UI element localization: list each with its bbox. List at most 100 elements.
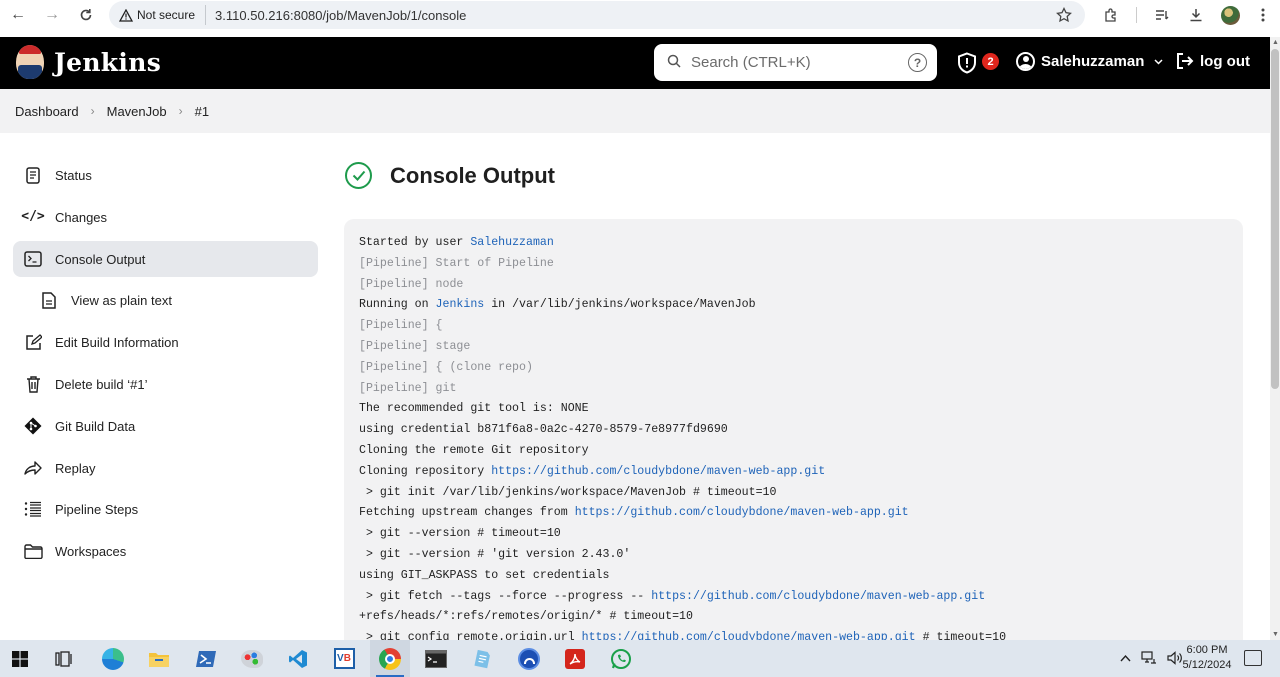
logout-button[interactable]: log out (1175, 52, 1250, 70)
whatsapp-icon[interactable] (601, 640, 641, 677)
terminal-icon (23, 250, 43, 268)
security-count-badge[interactable]: 2 (982, 53, 999, 70)
console-line-text: > git init /var/lib/jenkins/workspace/Ma… (359, 485, 777, 499)
system-clock[interactable]: 6:00 PM 5/12/2024 (1180, 643, 1234, 673)
search-box[interactable]: ? (654, 44, 937, 81)
sidebar-item-view-plain-text[interactable]: View as plain text (13, 282, 318, 318)
page-title: Console Output (390, 162, 555, 188)
logout-label: log out (1200, 52, 1250, 70)
windows-start-icon[interactable] (0, 640, 40, 677)
console-line-text: [Pipeline] Start of Pipeline (359, 256, 554, 270)
vertical-scrollbar[interactable]: ▲ ▼ (1270, 37, 1280, 640)
breadcrumb-dashboard[interactable]: Dashboard (15, 104, 79, 119)
breadcrumb-build[interactable]: #1 (195, 104, 209, 119)
user-name[interactable]: Salehuzzaman (1041, 53, 1144, 70)
download-icon[interactable] (1185, 4, 1207, 26)
console-line: Fetching upstream changes from https://g… (359, 503, 1243, 524)
back-icon[interactable]: ← (7, 4, 29, 26)
system-tray (1120, 651, 1184, 668)
console-line-text: > git --version # 'git version 2.43.0' (359, 547, 631, 561)
scroll-down-icon[interactable]: ▼ (1272, 631, 1279, 638)
user-menu[interactable]: Salehuzzaman (1016, 52, 1163, 71)
console-line: > git --version # 'git version 2.43.0' (359, 545, 1243, 566)
notepad-app-icon[interactable] (462, 640, 502, 677)
user-icon (1016, 52, 1035, 71)
console-line-text: Cloning the remote Git repository (359, 443, 589, 457)
page-header: Console Output (345, 162, 555, 189)
vscode-icon[interactable] (278, 640, 318, 677)
chevron-down-icon[interactable] (1154, 56, 1163, 68)
security-label: Not secure (137, 8, 196, 22)
breadcrumb-mavenjob[interactable]: MavenJob (107, 104, 167, 119)
reload-icon[interactable] (75, 4, 97, 26)
browser-toolbar: ← → Not secure 3.110.50.216:8080/job/Mav… (0, 0, 1280, 30)
terminal-app-icon[interactable] (416, 640, 456, 677)
address-bar[interactable]: Not secure 3.110.50.216:8080/job/MavenJo… (109, 1, 1085, 29)
console-line-text: +refs/heads/*:refs/remotes/origin/* # ti… (359, 610, 693, 624)
console-link[interactable]: Jenkins (436, 298, 485, 311)
console-line-text: [Pipeline] node (359, 277, 464, 291)
security-indicator[interactable]: Not secure (119, 5, 207, 25)
security-shield-icon[interactable] (957, 52, 977, 74)
sidebar-item-console-output[interactable]: Console Output (13, 240, 318, 277)
network-icon[interactable] (1141, 651, 1157, 668)
console-link[interactable]: https://github.com/cloudybdone/maven-web… (575, 506, 909, 519)
sidebar-item-status[interactable]: Status (13, 157, 318, 193)
sidebar-item-label: Edit Build Information (55, 335, 179, 351)
console-link[interactable]: https://github.com/cloudybdone/maven-web… (651, 590, 985, 603)
git-icon (23, 417, 43, 435)
console-line-text: [Pipeline] git (359, 381, 457, 395)
bookmark-star-icon[interactable] (1053, 4, 1075, 26)
task-view-icon[interactable] (44, 640, 84, 677)
console-line: +refs/heads/*:refs/remotes/origin/* # ti… (359, 607, 1243, 628)
file-explorer-icon[interactable] (139, 640, 179, 677)
sidebar-item-edit-build-info[interactable]: Edit Build Information (13, 324, 318, 360)
more-menu-icon[interactable] (1252, 4, 1274, 26)
jenkins-logo[interactable]: Jenkins (16, 45, 161, 79)
edge-browser-icon[interactable] (93, 640, 133, 677)
sidebar-item-pipeline-steps[interactable]: Pipeline Steps (13, 491, 318, 527)
sidebar-item-workspaces[interactable]: Workspaces (13, 533, 318, 569)
bluetooth-app-icon[interactable] (509, 640, 549, 677)
chrome-icon[interactable] (370, 640, 410, 677)
sidebar-item-delete-build[interactable]: Delete build ‘#1’ (13, 366, 318, 402)
console-link[interactable]: Salehuzzaman (470, 236, 554, 249)
console-line: > git init /var/lib/jenkins/workspace/Ma… (359, 483, 1243, 504)
console-line-text: > git fetch --tags --force --progress -- (359, 589, 652, 603)
url-text[interactable]: 3.110.50.216:8080/job/MavenJob/1/console (215, 8, 466, 23)
paint-icon[interactable] (232, 640, 272, 677)
scrollbar-thumb[interactable] (1271, 49, 1279, 389)
reading-list-icon[interactable] (1151, 4, 1173, 26)
sidebar-item-replay[interactable]: Replay (13, 450, 318, 486)
sidebar-item-changes[interactable]: </> Changes (13, 199, 318, 235)
profile-avatar-icon[interactable] (1219, 4, 1241, 26)
forward-icon[interactable]: → (41, 4, 63, 26)
help-icon[interactable]: ? (908, 53, 927, 72)
acrobat-icon[interactable] (555, 640, 595, 677)
search-input[interactable] (691, 54, 891, 71)
chevron-right-icon: › (178, 104, 183, 118)
extensions-icon[interactable] (1100, 4, 1122, 26)
file-text-icon (39, 291, 59, 309)
taskbar: VB 6:00 PM 5/12/2024 (0, 640, 1280, 677)
console-line: Cloning repository https://github.com/cl… (359, 462, 1243, 483)
scroll-up-icon[interactable]: ▲ (1272, 39, 1279, 46)
sidebar-item-label: Git Build Data (55, 418, 136, 434)
replay-icon (23, 459, 43, 477)
toolbar-divider (1136, 7, 1137, 23)
clock-time: 6:00 PM (1186, 644, 1228, 656)
virtualbox-icon[interactable]: VB (324, 640, 364, 677)
chevron-up-icon[interactable] (1120, 651, 1131, 668)
logout-icon (1177, 53, 1194, 69)
console-line: [Pipeline] Start of Pipeline (359, 254, 1243, 275)
console-line: [Pipeline] { (359, 316, 1243, 337)
console-line-text: Started by user (359, 236, 471, 249)
clock-date: 5/12/2024 (1182, 659, 1232, 671)
notification-icon[interactable] (1244, 650, 1262, 666)
console-link[interactable]: https://github.com/cloudybdone/maven-web… (491, 465, 825, 478)
console-line: > git --version # timeout=10 (359, 524, 1243, 545)
powershell-icon[interactable] (186, 640, 226, 677)
sidebar-item-git-build-data[interactable]: Git Build Data (13, 408, 318, 444)
console-line-text: using credential b871f6a8-0a2c-4270-8579… (359, 423, 728, 437)
app-name: Jenkins (54, 47, 162, 77)
